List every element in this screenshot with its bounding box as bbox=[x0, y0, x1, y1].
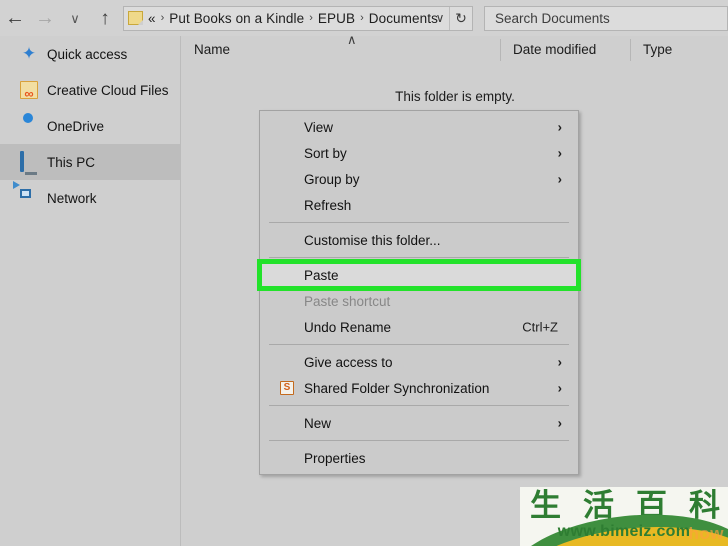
chevron-right-icon: › bbox=[557, 171, 562, 187]
forward-button[interactable]: → bbox=[30, 3, 60, 33]
refresh-icon[interactable]: ↻ bbox=[449, 6, 472, 30]
sidebar-item-this-pc[interactable]: This PC bbox=[0, 144, 180, 180]
breadcrumb-overflow[interactable]: « bbox=[148, 11, 156, 26]
empty-folder-message: This folder is empty. bbox=[395, 89, 515, 104]
menu-separator bbox=[269, 222, 569, 223]
chevron-right-icon: › bbox=[557, 380, 562, 396]
menu-item-label: Paste shortcut bbox=[304, 293, 391, 309]
s-badge-icon: S bbox=[280, 381, 294, 395]
file-explorer-window: ← → ∨ ↑ « › Put Books on a Kindle › EPUB… bbox=[0, 0, 728, 546]
column-header-name[interactable]: Name bbox=[182, 39, 500, 61]
menu-item-properties[interactable]: Properties bbox=[260, 445, 578, 471]
up-arrow-icon: ↑ bbox=[100, 7, 110, 29]
menu-item-label: Sort by bbox=[304, 145, 347, 161]
sidebar-item-label: This PC bbox=[47, 154, 96, 170]
column-headers: ∧ Name Date modified Type bbox=[182, 33, 728, 64]
breadcrumb-item-1[interactable]: EPUB bbox=[318, 11, 355, 26]
breadcrumb-separator: › bbox=[309, 12, 313, 24]
sidebar-item-network[interactable]: Network bbox=[0, 180, 180, 216]
menu-separator bbox=[269, 405, 569, 406]
sidebar-item-quick-access[interactable]: ✦ Quick access bbox=[0, 36, 180, 72]
address-bar: ← → ∨ ↑ « › Put Books on a Kindle › EPUB… bbox=[0, 0, 728, 36]
menu-item-refresh[interactable]: Refresh bbox=[260, 192, 578, 218]
recent-locations-button[interactable]: ∨ bbox=[60, 3, 90, 33]
menu-item-label: New bbox=[304, 415, 332, 431]
menu-item-group-by[interactable]: Group by › bbox=[260, 166, 578, 192]
menu-separator bbox=[269, 257, 569, 258]
breadcrumb-separator: › bbox=[360, 12, 364, 24]
breadcrumb[interactable]: « › Put Books on a Kindle › EPUB › Docum… bbox=[123, 5, 473, 31]
watermark-ghost-text: how bbox=[688, 524, 724, 543]
onedrive-cloud-icon bbox=[20, 117, 38, 135]
menu-item-label: Shared Folder Synchronization bbox=[304, 380, 490, 396]
this-pc-icon bbox=[20, 151, 38, 172]
sidebar-item-label: Network bbox=[47, 190, 97, 206]
menu-item-label: Undo Rename bbox=[304, 319, 392, 335]
menu-item-give-access-to[interactable]: Give access to › bbox=[260, 349, 578, 375]
menu-item-customise-this-folder[interactable]: Customise this folder... bbox=[260, 227, 578, 253]
breadcrumb-item-2[interactable]: Documents bbox=[369, 11, 438, 26]
search-input[interactable]: Search Documents bbox=[484, 5, 728, 31]
menu-item-label: View bbox=[304, 119, 334, 135]
context-menu: View › Sort by › Group by › Refresh Cust… bbox=[259, 110, 579, 475]
sidebar-item-label: Creative Cloud Files bbox=[47, 82, 169, 98]
menu-item-paste-shortcut: Paste shortcut bbox=[260, 288, 578, 314]
network-icon bbox=[20, 189, 38, 207]
chevron-down-icon: ∨ bbox=[70, 10, 80, 26]
folder-icon bbox=[128, 11, 143, 25]
watermark-logo: 生 活 百 科 www.bimeiz.com how bbox=[520, 487, 728, 546]
up-button[interactable]: ↑ bbox=[90, 3, 120, 33]
navigation-pane: ✦ Quick access Creative Cloud Files OneD… bbox=[0, 36, 181, 546]
menu-item-label: Group by bbox=[304, 171, 360, 187]
menu-item-label: Paste bbox=[304, 267, 339, 283]
breadcrumb-separator: › bbox=[160, 12, 165, 24]
breadcrumb-item-0[interactable]: Put Books on a Kindle bbox=[169, 11, 304, 26]
menu-item-paste[interactable]: Paste bbox=[260, 262, 578, 288]
sidebar-item-label: OneDrive bbox=[47, 118, 105, 134]
sidebar-item-creative-cloud-files[interactable]: Creative Cloud Files bbox=[0, 72, 180, 108]
chevron-right-icon: › bbox=[557, 145, 562, 161]
menu-separator bbox=[269, 440, 569, 441]
creative-cloud-icon bbox=[20, 81, 38, 101]
chevron-right-icon: › bbox=[557, 415, 562, 431]
column-header-type[interactable]: Type bbox=[630, 39, 728, 61]
watermark-char-0: 生 bbox=[530, 488, 561, 524]
breadcrumb-dropdown-icon[interactable]: ∨ bbox=[430, 7, 450, 30]
chevron-right-icon: › bbox=[557, 354, 562, 370]
menu-item-label: Refresh bbox=[304, 197, 352, 213]
forward-arrow-icon: → bbox=[35, 7, 55, 29]
menu-item-view[interactable]: View › bbox=[260, 114, 578, 140]
menu-item-label: Give access to bbox=[304, 354, 393, 370]
star-icon: ✦ bbox=[21, 44, 37, 63]
sidebar-item-onedrive[interactable]: OneDrive bbox=[0, 108, 180, 144]
column-header-date-modified[interactable]: Date modified bbox=[500, 39, 630, 61]
menu-item-shared-folder-synchronization[interactable]: S Shared Folder Synchronization › bbox=[260, 375, 578, 401]
chevron-right-icon: › bbox=[557, 119, 562, 135]
menu-item-shortcut: Ctrl+Z bbox=[522, 319, 558, 335]
menu-item-sort-by[interactable]: Sort by › bbox=[260, 140, 578, 166]
search-placeholder: Search Documents bbox=[495, 10, 610, 26]
sort-ascending-icon[interactable]: ∧ bbox=[347, 33, 357, 46]
menu-item-label: Customise this folder... bbox=[304, 232, 441, 248]
menu-item-undo-rename[interactable]: Undo Rename Ctrl+Z bbox=[260, 314, 578, 340]
back-button[interactable]: ← bbox=[0, 3, 30, 33]
menu-separator bbox=[269, 344, 569, 345]
menu-item-label: Properties bbox=[304, 450, 366, 466]
back-arrow-icon: ← bbox=[5, 7, 25, 29]
sidebar-item-label: Quick access bbox=[47, 46, 128, 62]
menu-item-new[interactable]: New › bbox=[260, 410, 578, 436]
